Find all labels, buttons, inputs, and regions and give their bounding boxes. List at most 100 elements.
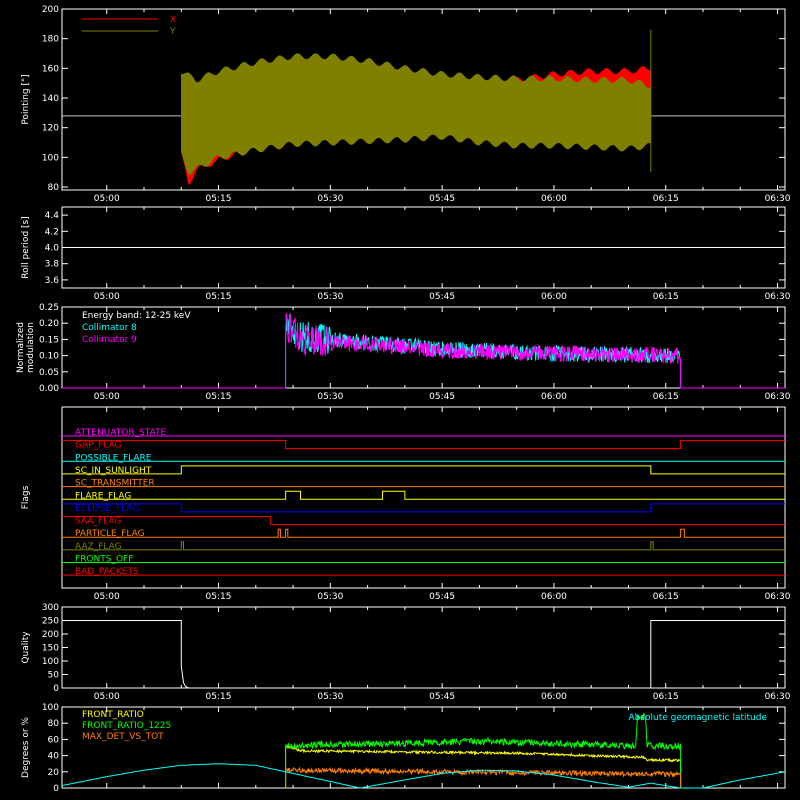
roll-ytick-label: 3.8: [45, 260, 60, 270]
modulation-legend-title: Energy band: 12-25 keV: [82, 311, 191, 321]
flags-xtick-label: 05:00: [94, 592, 120, 602]
quality-xtick-label: 05:30: [317, 692, 343, 702]
flag-label-possible-flare: POSSIBLE_FLARE: [75, 453, 152, 463]
flags-xtick-label: 05:45: [429, 592, 455, 602]
flag-label-attenuator-state: ATTENUATOR_STATE: [75, 428, 167, 438]
modulation-xtick-label: 06:15: [653, 392, 679, 402]
pointing-ytick-label: 200: [42, 5, 59, 15]
flags-frame: [61, 406, 786, 589]
roll-xtick-label: 05:45: [429, 292, 455, 302]
roll-xtick-label: 06:30: [765, 292, 791, 302]
ratios-series-absolute-geomagnetic-latitude: [61, 763, 786, 789]
modulation-ytick-label: 0.10: [39, 352, 59, 362]
quality-ytick-label: 200: [42, 630, 59, 640]
modulation-series-9: [62, 312, 785, 389]
quality-xtick-label: 06:15: [653, 692, 679, 702]
flag-label-fronts-off: FRONTS_OFF: [75, 555, 133, 565]
quality-xtick-label: 06:00: [541, 692, 567, 702]
quality-xtick-label: 05:00: [94, 692, 120, 702]
quality-xtick-label: 05:45: [429, 692, 455, 702]
plot-canvas: 05:00 05:15 05:30 05:45 06:00 06:15 06:30 80 100…: [16, 5, 791, 794]
modulation-xtick-label: 05:30: [317, 392, 343, 402]
flag-label-eclipse-flag: ECLIPSE_FLAG: [75, 504, 139, 514]
roll-ytick-label: 4.2: [45, 227, 59, 237]
panel-modulation: 05:00 05:15 05:30 05:45 06:00 06:15 06:30 0.00 0…: [16, 303, 791, 402]
modulation-ytick-label: 0.20: [39, 319, 59, 329]
modulation-xtick-label: 05:15: [206, 392, 232, 402]
modulation-ylabel: Normalized: [16, 322, 26, 373]
panel-flags: 05:00 05:15 05:30 05:45 06:00 06:15 06:30 Flags…: [21, 406, 791, 602]
quality-ytick-label: 50: [48, 671, 60, 681]
flag-line-flare-flag: [62, 490, 785, 500]
ratios-ytick-label: 100: [42, 703, 59, 713]
quality-ytick-label: 100: [42, 657, 59, 667]
modulation-xtick-label: 06:00: [541, 392, 567, 402]
flags-xtick-label: 06:15: [653, 592, 679, 602]
quality-xtick-label: 06:30: [765, 692, 791, 702]
ratios-legend-0: FRONT_RATIO: [82, 710, 144, 720]
flags-ylabel: Flags: [21, 485, 31, 509]
flag-label-aaz-flag: AAZ_FLAG: [75, 542, 122, 552]
modulation-legend-8: Collimator 8: [82, 323, 137, 333]
modulation-xtick-label: 05:45: [429, 392, 455, 402]
pointing-ytick-label: 160: [42, 64, 59, 74]
flag-line-gap-flag: [62, 440, 785, 450]
panel-roll: 05:00 05:15 05:30 05:45 06:00 06:15 06:30 3.6 3.…: [21, 206, 791, 302]
pointing-xtick-label: 05:30: [317, 194, 343, 204]
pointing-xtick-label: 06:30: [765, 194, 791, 204]
flags-xtick-label: 05:30: [317, 592, 343, 602]
pointing-ytick-label: 80: [48, 183, 60, 193]
pointing-xtick-label: 05:45: [429, 194, 455, 204]
pointing-xtick-label: 06:15: [653, 194, 679, 204]
legend-label-x: X: [170, 15, 176, 25]
figure: 05:00 05:15 05:30 05:45 06:00 06:15 06:30 80 100…: [0, 0, 800, 800]
flag-label-bad-packets: BAD_PACKETS: [75, 567, 139, 577]
panel-ratios: 0 20 40 60 80 100 Degrees or % FRONT_RATIOFRONT…: [21, 703, 786, 794]
quality-frame: [61, 606, 786, 689]
roll-ytick-label: 4.0: [45, 244, 60, 254]
flags-xtick-label: 05:15: [206, 592, 232, 602]
pointing-xtick-label: 06:00: [541, 194, 567, 204]
pointing-xtick-label: 05:00: [94, 194, 120, 204]
roll-xtick-label: 05:00: [94, 292, 120, 302]
quality-ytick-label: 0: [53, 684, 59, 694]
ratios-ytick-label: 40: [48, 752, 60, 762]
ratios-ylabel: Degrees or %: [21, 717, 31, 778]
flag-label-gap-flag: GAP_FLAG: [75, 441, 121, 451]
pointing-ylabel: Pointing ["]: [21, 74, 31, 124]
ratios-annotation: Absolute geomagnetic latitude: [628, 713, 767, 723]
flag-label-sc-in-sunlight: SC_IN_SUNLIGHT: [75, 466, 152, 476]
modulation-ytick-label: 0.00: [39, 384, 59, 394]
quality-ytick-label: 250: [42, 617, 59, 627]
flags-xtick-label: 06:30: [765, 592, 791, 602]
ratios-series-front-ratio: [285, 744, 682, 789]
panel-pointing: 05:00 05:15 05:30 05:45 06:00 06:15 06:30 80 100…: [21, 5, 791, 204]
modulation-xtick-label: 06:30: [765, 392, 791, 402]
ratios-legend-2: MAX_DET_VS_TOT: [82, 732, 164, 742]
quality-ytick-label: 150: [42, 644, 59, 654]
modulation-ytick-label: 0.25: [39, 303, 59, 313]
flag-line-eclipse-flag: [62, 503, 785, 513]
roll-xtick-label: 06:15: [653, 292, 679, 302]
roll-ytick-label: 3.6: [45, 276, 60, 286]
pointing-ytick-label: 180: [42, 35, 59, 45]
flag-line-aaz-flag: [62, 541, 785, 551]
modulation-xtick-label: 05:00: [94, 392, 120, 402]
flag-line-sc-in-sunlight: [62, 465, 785, 475]
quality-xtick-label: 05:15: [206, 692, 232, 702]
quality-ytick-label: 300: [42, 603, 59, 613]
flag-line-saa-flag: [62, 516, 785, 525]
pointing-ytick-label: 140: [42, 94, 59, 104]
pointing-ytick-label: 120: [42, 124, 59, 134]
flag-label-saa-flag: SAA_FLAG: [75, 517, 121, 527]
modulation-ytick-label: 0.05: [39, 368, 59, 378]
roll-xtick-label: 05:15: [206, 292, 232, 302]
roll-ylabel: Roll period [s]: [21, 216, 31, 278]
ratios-ytick-label: 0: [53, 784, 59, 794]
ratios-ytick-label: 60: [48, 735, 60, 745]
flags-xtick-label: 06:00: [541, 592, 567, 602]
legend-label-y: Y: [169, 27, 176, 37]
roll-xtick-label: 06:00: [541, 292, 567, 302]
quality-line: [62, 620, 785, 689]
ratios-legend-1: FRONT_RATIO_1225: [82, 721, 171, 731]
